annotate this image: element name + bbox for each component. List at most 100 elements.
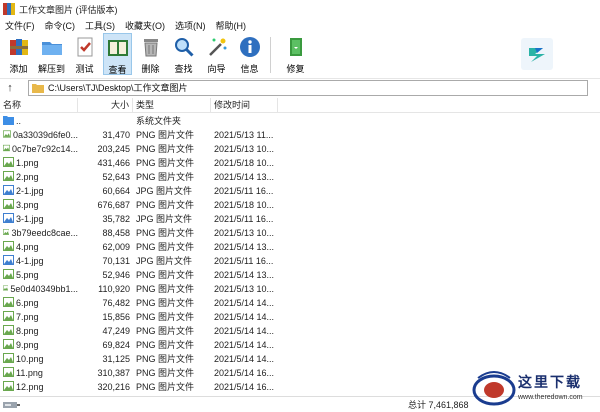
repair-icon — [284, 35, 308, 59]
header-name[interactable]: 名称 — [0, 97, 78, 113]
file-name: 6.png — [16, 298, 39, 308]
jpg-file-icon — [3, 185, 14, 195]
file-row[interactable]: 7.png 15,856 PNG 图片文件 2021/5/14 14... — [0, 310, 600, 324]
menu-favorites[interactable]: 收藏夹(O) — [120, 19, 170, 32]
file-name-cell: 4.png — [0, 240, 78, 254]
file-name: 1.png — [16, 158, 39, 168]
file-name: 7.png — [16, 312, 39, 322]
file-row[interactable]: 4.png 62,009 PNG 图片文件 2021/5/14 13... — [0, 240, 600, 254]
file-size: 31,470 — [102, 130, 130, 140]
path-field[interactable]: C:\Users\TJ\Desktop\工作文章图片 — [28, 79, 588, 96]
file-row[interactable]: 3-1.jpg 35,782 JPG 图片文件 2021/5/11 16... — [0, 212, 600, 226]
file-name-cell: 9.png — [0, 338, 78, 352]
png-file-icon — [3, 130, 11, 138]
menu-options[interactable]: 选项(N) — [170, 19, 211, 32]
file-size: 110,920 — [98, 284, 130, 294]
repair-button[interactable]: 修复 — [281, 33, 310, 75]
file-size: 60,664 — [102, 186, 130, 196]
file-row[interactable]: 2.png 52,643 PNG 图片文件 2021/5/14 13... — [0, 170, 600, 184]
file-name-cell: 11.png — [0, 366, 78, 380]
column-header: 名称 大小 类型 修改时间 — [0, 97, 600, 113]
up-folder-icon[interactable]: ↑ — [0, 82, 20, 94]
file-date: 2021/5/13 10... — [214, 144, 275, 154]
file-size: 31,125 — [102, 354, 130, 364]
header-type[interactable]: 类型 — [133, 97, 211, 113]
file-type: JPG 图片文件 — [136, 256, 193, 266]
file-name: 0c7be7c92c14... — [11, 144, 78, 154]
jpg-file-icon — [3, 255, 14, 265]
file-list: .. 系统文件夹 0a33039d6fe0... 31,470 PNG 图片文件 2021… — [0, 114, 600, 396]
file-type: PNG 图片文件 — [136, 312, 195, 322]
test-icon — [73, 35, 97, 59]
drive-icon — [3, 400, 21, 410]
file-date: 2021/5/11 16... — [214, 256, 274, 266]
add-label: 添加 — [9, 64, 28, 74]
header-date[interactable]: 修改时间 — [211, 97, 278, 113]
file-row[interactable]: 4-1.jpg 70,131 JPG 图片文件 2021/5/11 16... — [0, 254, 600, 268]
file-row[interactable]: 3.png 676,687 PNG 图片文件 2021/5/18 10... — [0, 198, 600, 212]
file-name: 2-1.jpg — [16, 186, 44, 196]
file-size: 69,824 — [102, 340, 130, 350]
file-row[interactable]: .. 系统文件夹 — [0, 114, 600, 128]
file-row[interactable]: 9.png 69,824 PNG 图片文件 2021/5/14 14... — [0, 338, 600, 352]
file-date: 2021/5/18 10... — [214, 200, 275, 210]
menu-file[interactable]: 文件(F) — [0, 19, 40, 32]
file-type: PNG 图片文件 — [136, 368, 195, 378]
file-type: JPG 图片文件 — [136, 186, 193, 196]
png-file-icon — [3, 311, 14, 321]
file-name-cell: 8.png — [0, 324, 78, 338]
file-name-cell: 12.png — [0, 380, 78, 394]
header-size[interactable]: 大小 — [78, 97, 133, 113]
file-row[interactable]: 2-1.jpg 60,664 JPG 图片文件 2021/5/11 16... — [0, 184, 600, 198]
info-button[interactable]: 信息 — [235, 33, 264, 75]
add-button[interactable]: 添加 — [4, 33, 33, 75]
menu-tools[interactable]: 工具(S) — [80, 19, 120, 32]
file-type: PNG 图片文件 — [136, 144, 195, 154]
png-file-icon — [3, 325, 14, 335]
file-name-cell: 3b79eedc8cae... — [0, 226, 78, 240]
extract-to-icon — [40, 35, 64, 59]
title-bar: 工作文章图片 (评估版本) — [0, 0, 600, 18]
file-row[interactable]: 8.png 47,249 PNG 图片文件 2021/5/14 14... — [0, 324, 600, 338]
file-name: 5.png — [16, 270, 39, 280]
file-row[interactable]: 5e0d40349bb1... 110,920 PNG 图片文件 2021/5/13 … — [0, 282, 600, 296]
file-row[interactable]: 0a33039d6fe0... 31,470 PNG 图片文件 2021/5/13 1… — [0, 128, 600, 142]
folder-icon — [32, 83, 44, 93]
file-type: PNG 图片文件 — [136, 326, 195, 336]
file-row[interactable]: 3b79eedc8cae... 88,458 PNG 图片文件 2021/5/13 1… — [0, 226, 600, 240]
file-name-cell: 3-1.jpg — [0, 212, 78, 226]
find-button[interactable]: 查找 — [169, 33, 198, 75]
file-date: 2021/5/14 13... — [214, 242, 275, 252]
file-name: 4.png — [16, 242, 39, 252]
file-row[interactable]: 1.png 431,466 PNG 图片文件 2021/5/18 10... — [0, 156, 600, 170]
file-type: PNG 图片文件 — [136, 354, 195, 364]
file-name: 3-1.jpg — [16, 214, 44, 224]
test-button[interactable]: 测试 — [70, 33, 99, 75]
file-type: JPG 图片文件 — [136, 214, 193, 224]
extract-to-button[interactable]: 解压到 — [37, 33, 66, 75]
delete-button[interactable]: 删除 — [136, 33, 165, 75]
site-watermark: 这里下载 www.theredown.com — [468, 360, 600, 412]
file-type: PNG 图片文件 — [136, 298, 195, 308]
file-date: 2021/5/13 11... — [214, 130, 274, 140]
file-row[interactable]: 5.png 52,946 PNG 图片文件 2021/5/14 13... — [0, 268, 600, 282]
file-row[interactable]: 6.png 76,482 PNG 图片文件 2021/5/14 14... — [0, 296, 600, 310]
file-name-cell: 2-1.jpg — [0, 184, 78, 198]
wizard-button[interactable]: 向导 — [202, 33, 231, 75]
file-row[interactable]: 0c7be7c92c14... 203,245 PNG 图片文件 2021/5/13 … — [0, 142, 600, 156]
view-label: 查看 — [108, 65, 127, 75]
menu-command[interactable]: 命令(C) — [40, 19, 81, 32]
file-type: PNG 图片文件 — [136, 228, 195, 238]
file-size: 320,216 — [97, 382, 130, 392]
file-name: 3.png — [16, 200, 39, 210]
file-date: 2021/5/14 14... — [214, 298, 275, 308]
menu-help[interactable]: 帮助(H) — [211, 19, 252, 32]
file-size: 431,466 — [97, 158, 130, 168]
folder-icon — [3, 116, 14, 125]
info-icon — [238, 35, 262, 59]
file-type: PNG 图片文件 — [136, 242, 195, 252]
file-type: PNG 图片文件 — [136, 130, 195, 140]
file-size: 310,387 — [97, 368, 130, 378]
view-button[interactable]: 查看 — [103, 33, 132, 75]
total-size-text: 总计 7,461,868 — [408, 400, 469, 410]
